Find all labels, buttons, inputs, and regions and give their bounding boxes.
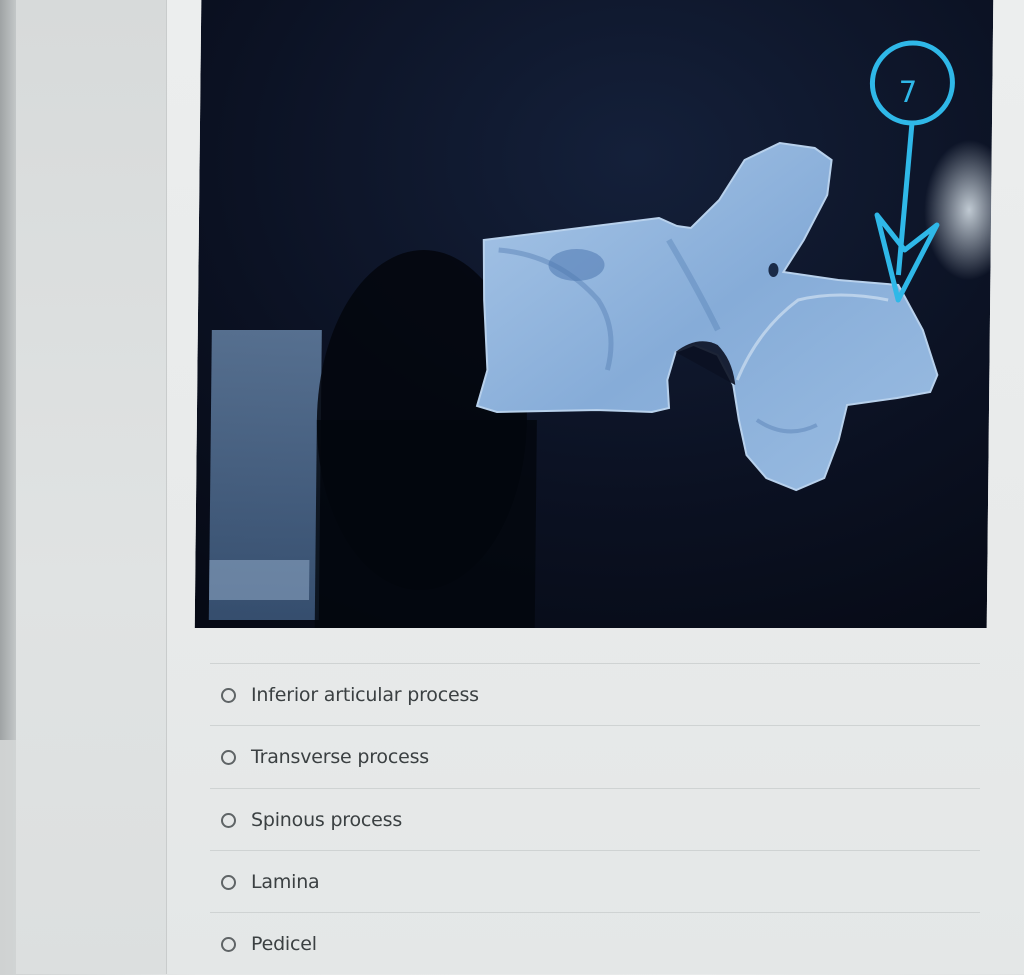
option-label: Lamina [251,871,320,893]
vertebra-figure-image [194,0,994,628]
screen-bezel-edge [0,0,16,740]
radio-button[interactable] [221,936,236,952]
radio-button[interactable] [221,749,236,765]
option-label: Transverse process [251,746,429,768]
option-inferior-articular-process[interactable]: Inferior articular process [210,663,980,726]
option-pedicel[interactable]: Pedicel [210,912,980,975]
radio-button[interactable] [221,874,236,890]
option-spinous-process[interactable]: Spinous process [210,788,980,851]
option-label: Pedicel [251,933,317,955]
radio-button[interactable] [221,687,236,703]
option-label: Inferior articular process [251,684,479,706]
left-sidebar [16,0,166,974]
figure-number-label: 7 [898,75,918,109]
option-lamina[interactable]: Lamina [210,850,980,913]
option-transverse-process[interactable]: Transverse process [210,725,980,788]
option-label: Spinous process [251,809,403,831]
radio-button[interactable] [221,812,236,828]
